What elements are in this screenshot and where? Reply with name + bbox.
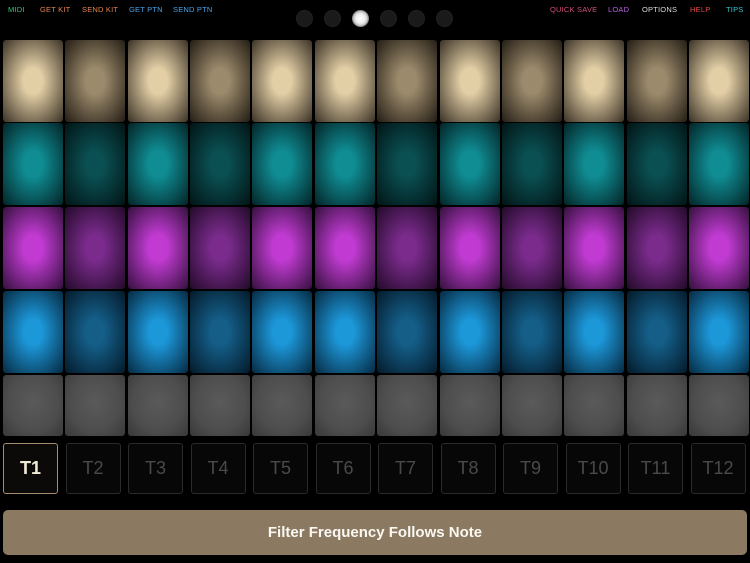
pad-teal-12[interactable] — [688, 123, 749, 205]
pad-blue-4[interactable] — [190, 291, 251, 373]
pad-purple-2[interactable] — [65, 207, 126, 289]
pad-teal-4[interactable] — [190, 123, 251, 205]
pad-gray-8[interactable] — [439, 375, 500, 436]
pad-tan-9[interactable] — [501, 40, 562, 122]
page-dot-2[interactable] — [324, 10, 341, 27]
pad-gray-9[interactable] — [501, 375, 562, 436]
pad-purple-10[interactable] — [564, 207, 625, 289]
track-button-t9[interactable]: T9 — [503, 443, 558, 494]
pad-teal-11[interactable] — [626, 123, 687, 205]
page-dot-4[interactable] — [380, 10, 397, 27]
pad-teal-3[interactable] — [127, 123, 188, 205]
pad-purple-6[interactable] — [314, 207, 375, 289]
track-button-t10[interactable]: T10 — [565, 443, 621, 494]
pad-purple-1[interactable] — [3, 207, 63, 289]
pad-purple-5[interactable] — [252, 207, 313, 289]
pad-tan-2[interactable] — [65, 40, 126, 122]
midi-button[interactable]: MIDI — [8, 5, 25, 14]
track-button-t4[interactable]: T4 — [190, 443, 246, 494]
pad-gray-4[interactable] — [190, 375, 251, 436]
pad-gray-2[interactable] — [65, 375, 126, 436]
pad-purple-9[interactable] — [501, 207, 562, 289]
track-selector: T1 T2 T3 T4 T5 T6 T7 T8 T9 T10 T11 T12 — [3, 443, 747, 496]
parameter-button[interactable]: Filter Frequency Follows Note — [3, 510, 747, 555]
pad-blue-9[interactable] — [501, 291, 562, 373]
pad-blue-5[interactable] — [252, 291, 313, 373]
pad-tan-7[interactable] — [377, 40, 438, 122]
pad-teal-7[interactable] — [377, 123, 438, 205]
pad-tan-8[interactable] — [439, 40, 500, 122]
pad-gray-3[interactable] — [127, 375, 188, 436]
track-button-t3[interactable]: T3 — [128, 443, 183, 494]
pad-blue-2[interactable] — [65, 291, 126, 373]
pad-tan-4[interactable] — [190, 40, 251, 122]
load-button[interactable]: LOAD — [608, 5, 629, 14]
track-button-t6[interactable]: T6 — [315, 443, 371, 494]
get-kit-button[interactable]: GET KIT — [40, 5, 70, 14]
top-toolbar: MIDI GET KIT SEND KIT GET PTN SEND PTN QUICK … — [0, 0, 750, 22]
track-button-t1[interactable]: T1 — [3, 443, 58, 494]
pad-gray-12[interactable] — [688, 375, 749, 436]
pad-tan-3[interactable] — [127, 40, 188, 122]
track-button-t5[interactable]: T5 — [253, 443, 308, 494]
pad-purple-12[interactable] — [688, 207, 749, 289]
help-button[interactable]: HELP — [690, 5, 710, 14]
page-dot-6[interactable] — [436, 10, 453, 27]
pad-gray-5[interactable] — [252, 375, 313, 436]
pad-tan-11[interactable] — [626, 40, 687, 122]
pad-blue-1[interactable] — [3, 291, 63, 373]
track-button-t11[interactable]: T11 — [628, 443, 683, 494]
track-button-t2[interactable]: T2 — [65, 443, 121, 494]
page-dot-1[interactable] — [296, 10, 313, 27]
pad-teal-8[interactable] — [439, 123, 500, 205]
pad-gray-10[interactable] — [564, 375, 625, 436]
pad-teal-10[interactable] — [564, 123, 625, 205]
pad-blue-11[interactable] — [626, 291, 687, 373]
send-ptn-button[interactable]: SEND PTN — [173, 5, 213, 14]
pad-gray-1[interactable] — [3, 375, 63, 436]
pad-grid — [3, 40, 749, 436]
pad-tan-6[interactable] — [314, 40, 375, 122]
pad-blue-6[interactable] — [314, 291, 375, 373]
pad-purple-8[interactable] — [439, 207, 500, 289]
get-ptn-button[interactable]: GET PTN — [129, 5, 163, 14]
options-button[interactable]: OPTIONS — [642, 5, 677, 14]
pad-teal-2[interactable] — [65, 123, 126, 205]
pad-gray-6[interactable] — [314, 375, 375, 436]
pad-purple-11[interactable] — [626, 207, 687, 289]
track-button-t7[interactable]: T7 — [378, 443, 433, 494]
pad-blue-3[interactable] — [127, 291, 188, 373]
pad-purple-4[interactable] — [190, 207, 251, 289]
pad-tan-5[interactable] — [252, 40, 313, 122]
page-dot-3[interactable] — [352, 10, 369, 27]
pad-gray-7[interactable] — [377, 375, 438, 436]
pad-tan-10[interactable] — [564, 40, 625, 122]
pad-tan-1[interactable] — [3, 40, 63, 122]
pad-tan-12[interactable] — [688, 40, 749, 122]
pad-blue-10[interactable] — [564, 291, 625, 373]
tips-button[interactable]: TIPS — [726, 5, 743, 14]
track-button-t12[interactable]: T12 — [690, 443, 746, 494]
pad-purple-3[interactable] — [127, 207, 188, 289]
pad-blue-7[interactable] — [377, 291, 438, 373]
pad-teal-6[interactable] — [314, 123, 375, 205]
pad-teal-1[interactable] — [3, 123, 63, 205]
send-kit-button[interactable]: SEND KIT — [82, 5, 118, 14]
pad-blue-12[interactable] — [688, 291, 749, 373]
pad-teal-9[interactable] — [501, 123, 562, 205]
pad-blue-8[interactable] — [439, 291, 500, 373]
quick-save-button[interactable]: QUICK SAVE — [550, 5, 597, 14]
pad-purple-7[interactable] — [377, 207, 438, 289]
pad-teal-5[interactable] — [252, 123, 313, 205]
pad-gray-11[interactable] — [626, 375, 687, 436]
track-button-t8[interactable]: T8 — [440, 443, 496, 494]
page-dot-5[interactable] — [408, 10, 425, 27]
